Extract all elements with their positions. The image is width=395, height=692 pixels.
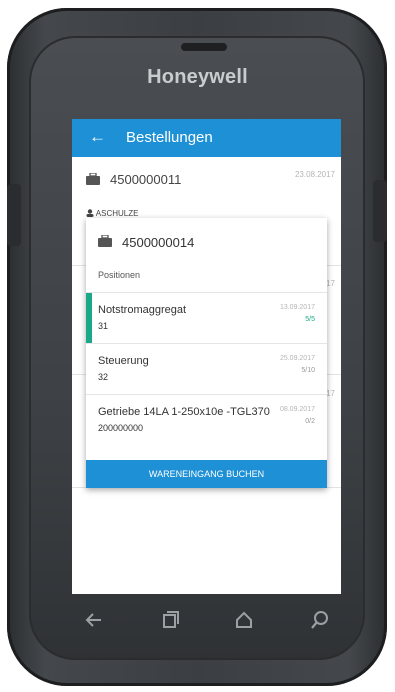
list-fragment: 17 (326, 279, 335, 288)
system-nav-bar (72, 600, 341, 642)
complete-indicator (86, 293, 92, 343)
briefcase-icon (98, 235, 112, 247)
order-number: 4500000014 (122, 235, 195, 250)
list-fragment: 17 (326, 389, 335, 398)
position-progress: 5/10 (301, 367, 315, 374)
position-progress: 5/5 (305, 316, 315, 323)
search-icon[interactable] (310, 610, 330, 630)
position-qty: 31 (98, 321, 109, 331)
side-button-right (373, 180, 387, 242)
order-detail-card: 4500000014 Positionen Notstromaggregat 3… (86, 218, 327, 488)
arrow-left-icon[interactable]: ← (89, 127, 106, 147)
position-qty: 32 (98, 372, 109, 382)
position-row[interactable]: Steuerung 32 25.09.2017 5/10 (86, 343, 327, 394)
position-name: Steuerung (98, 355, 149, 367)
position-date: 25.09.2017 (279, 355, 315, 362)
app-bar: ← Bestellungen (72, 119, 341, 157)
user-icon (86, 209, 94, 217)
position-row[interactable]: Getriebe 14LA 1-250x10e -TGL370 20000000… (86, 394, 327, 445)
user-label: ASCHULZE (86, 209, 138, 218)
order-number: 4500000011 (110, 172, 182, 187)
username: ASCHULZE (95, 209, 139, 218)
order-date: 23.08.2017 (294, 170, 335, 179)
position-date: 13.09.2017 (279, 304, 315, 311)
side-button-left (7, 184, 21, 246)
page-title: Bestellungen (126, 129, 213, 146)
speaker-grille (181, 43, 227, 51)
brand-logo: Honeywell (147, 66, 248, 88)
position-name: Getriebe 14LA 1-250x10e -TGL370 (98, 406, 270, 418)
position-progress: 0/2 (305, 418, 315, 425)
position-name: Notstromaggregat (98, 304, 187, 316)
briefcase-icon (86, 173, 100, 185)
home-icon[interactable] (234, 610, 254, 630)
card-header: 4500000014 (86, 218, 327, 266)
position-qty: 200000000 (98, 423, 144, 433)
position-date: 08.09.2017 (279, 406, 315, 413)
recent-apps-icon[interactable] (160, 610, 180, 630)
section-label: Positionen (98, 270, 141, 280)
position-row[interactable]: Notstromaggregat 31 13.09.2017 5/5 (86, 292, 327, 343)
back-icon[interactable] (84, 610, 104, 630)
book-goods-receipt-button[interactable]: WARENEINGANG BUCHEN (86, 460, 327, 488)
